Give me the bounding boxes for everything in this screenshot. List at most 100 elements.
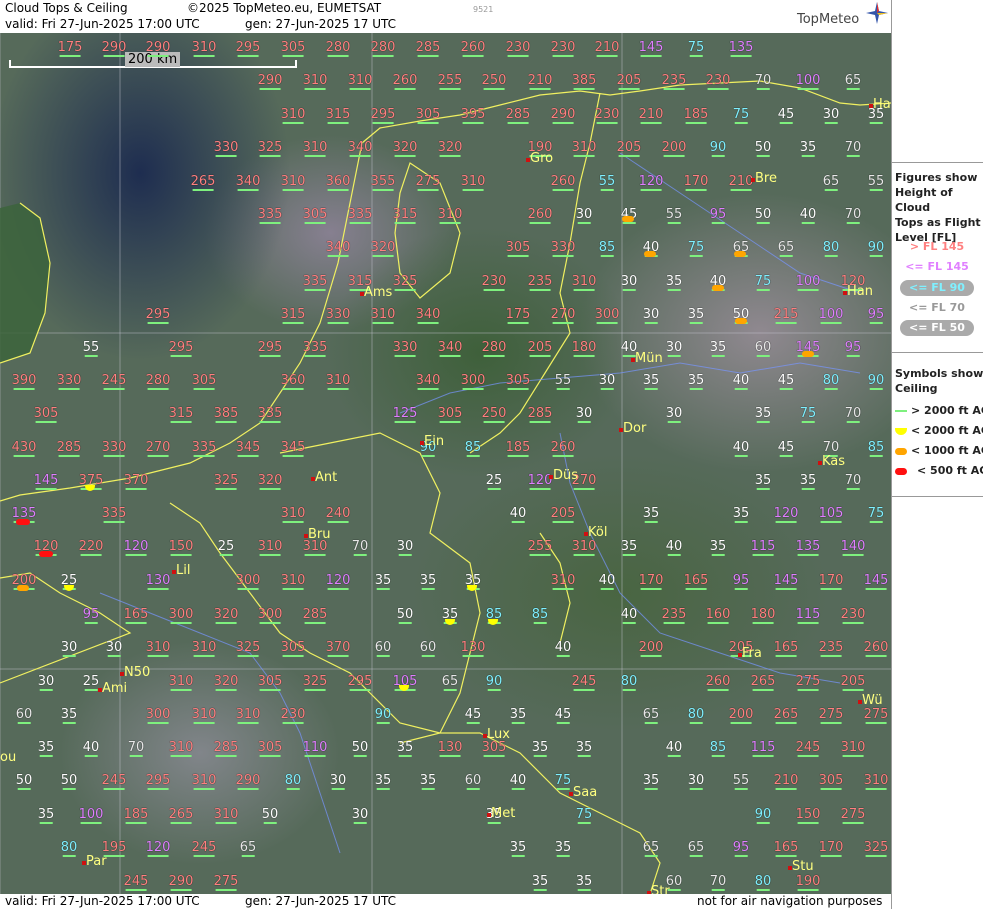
cloud-top-value: 305 (818, 773, 844, 788)
cloud-top-label: 60 (755, 341, 771, 357)
cloud-top-label: 60 (375, 641, 391, 657)
cloud-top-value: 145 (638, 40, 664, 55)
ceiling-ok-underline (421, 588, 435, 590)
cloud-top-label: 310 (326, 374, 350, 390)
cloud-top-value: 70 (844, 207, 862, 222)
ceiling-ok-underline (327, 122, 349, 124)
cloud-top-label: 295 (236, 41, 260, 57)
cloud-top-value: 30 (105, 640, 123, 655)
cloud-top-label: 265 (774, 708, 798, 724)
cloud-top-label: 65 (778, 241, 794, 257)
topmeteo-logo: TopMeteo (797, 12, 860, 27)
ceiling-ok-underline (215, 822, 237, 824)
cloud-top-label: 150 (169, 540, 193, 556)
legend-divider (892, 162, 983, 163)
cloud-top-value: 205 (616, 140, 642, 155)
cloud-top-value: 285 (302, 607, 328, 622)
ceiling-ok-underline (487, 822, 501, 824)
ceiling-symbol-ora (734, 251, 746, 257)
ceiling-ok-underline (147, 722, 169, 724)
cloud-top-value: 40 (509, 773, 527, 788)
city-label: Bru (308, 527, 331, 542)
ceiling-ok-underline (237, 55, 259, 57)
ceiling-ok-underline (13, 455, 35, 457)
city-label: Ami (102, 681, 128, 696)
cloud-top-value: 120 (773, 506, 799, 521)
ceiling-ok-underline (215, 488, 237, 490)
cloud-top-label: 165 (774, 641, 798, 657)
cloud-top-value: 60 (464, 773, 482, 788)
cloud-top-label: 300 (258, 608, 282, 624)
ceiling-symbol-red (39, 551, 53, 557)
cloud-top-label: 310 (281, 108, 305, 124)
ceiling-ok-underline (147, 388, 169, 390)
cloud-top-value: 320 (392, 140, 418, 155)
ceiling-ok-underline (372, 122, 394, 124)
cloud-top-label: 285 (528, 407, 552, 423)
ceiling-ok-underline (600, 388, 614, 390)
cloud-top-value: 245 (101, 373, 127, 388)
ceiling-ok-underline (170, 889, 192, 891)
cloud-top-value: 345 (235, 440, 261, 455)
city-label: Ein (424, 434, 445, 449)
ceiling-ok-underline (846, 488, 860, 490)
city-label: Str (651, 884, 670, 894)
ceiling-ok-underline (487, 689, 501, 691)
cloud-top-label: 220 (79, 540, 103, 556)
cloud-top-value: 305 (505, 240, 531, 255)
cloud-top-value: 310 (437, 207, 463, 222)
ceiling-ok-underline (439, 355, 461, 357)
cloud-top-label: 75 (800, 407, 816, 423)
cloud-top-value: 55 (554, 373, 572, 388)
cloud-top-label: 310 (348, 74, 372, 90)
cloud-top-label: 30 (688, 774, 704, 790)
cloud-top-value: 335 (302, 274, 328, 289)
ceiling-ok-underline (84, 689, 98, 691)
cloud-top-value: 35 (374, 773, 392, 788)
cloud-top-value: 170 (683, 174, 709, 189)
cloud-top-label: 105 (819, 507, 843, 523)
ceiling-ok-underline (304, 155, 326, 157)
cloud-top-label: 35 (555, 841, 571, 857)
cloud-top-value: 40 (665, 740, 683, 755)
ceiling-ok-underline (529, 289, 551, 291)
cloud-top-label: 310 (146, 641, 170, 657)
cloud-top-label: 305 (818, 773, 844, 790)
cloud-top-value: 310 (460, 174, 486, 189)
ceiling-ok-underline (487, 488, 501, 490)
cloud-top-label: 75 (688, 41, 704, 57)
cloud-top-label: 430 (12, 441, 36, 457)
cloud-top-label: 310 (572, 540, 596, 556)
cloud-top-label: 35 (688, 308, 704, 324)
ceiling-ok-underline (215, 622, 237, 624)
cloud-top-label: 305 (438, 407, 462, 423)
cloud-top-label: 35 (38, 808, 54, 824)
cloud-top-value: 320 (257, 473, 283, 488)
cloud-top-label: 295 (146, 308, 170, 324)
cloud-top-value: 310 (191, 640, 217, 655)
cloud-top-label: 230 (706, 74, 730, 90)
ceiling-ok-underline (237, 455, 259, 457)
cloud-top-value: 170 (638, 573, 664, 588)
ceiling-ok-underline (394, 88, 416, 90)
cloud-top-label: 245 (192, 841, 216, 857)
cloud-top-value: 75 (554, 773, 572, 788)
cloud-top-value: 320 (213, 607, 239, 622)
cloud-top-value: 60 (15, 707, 33, 722)
city-label: Fra (742, 646, 762, 661)
ceiling-ok-underline (573, 554, 595, 556)
ceiling-ok-underline (147, 55, 169, 57)
cloud-top-value: 240 (325, 506, 351, 521)
cloud-top-value: 310 (280, 573, 306, 588)
cloud-top-label: 25 (486, 474, 502, 490)
ceiling-symbol-ora (712, 285, 724, 291)
cloud-top-label: 65 (823, 175, 839, 191)
cloud-top-value: 305 (415, 107, 441, 122)
cloud-top-value: 325 (863, 840, 889, 855)
ceiling-ok-underline (376, 788, 390, 790)
ceiling-ok-underline (573, 155, 595, 157)
ceiling-ok-underline (600, 189, 614, 191)
cloud-top-label: 260 (864, 641, 888, 657)
cloud-top-label: 60 (15, 707, 33, 724)
ceiling-ok-underline (507, 122, 529, 124)
